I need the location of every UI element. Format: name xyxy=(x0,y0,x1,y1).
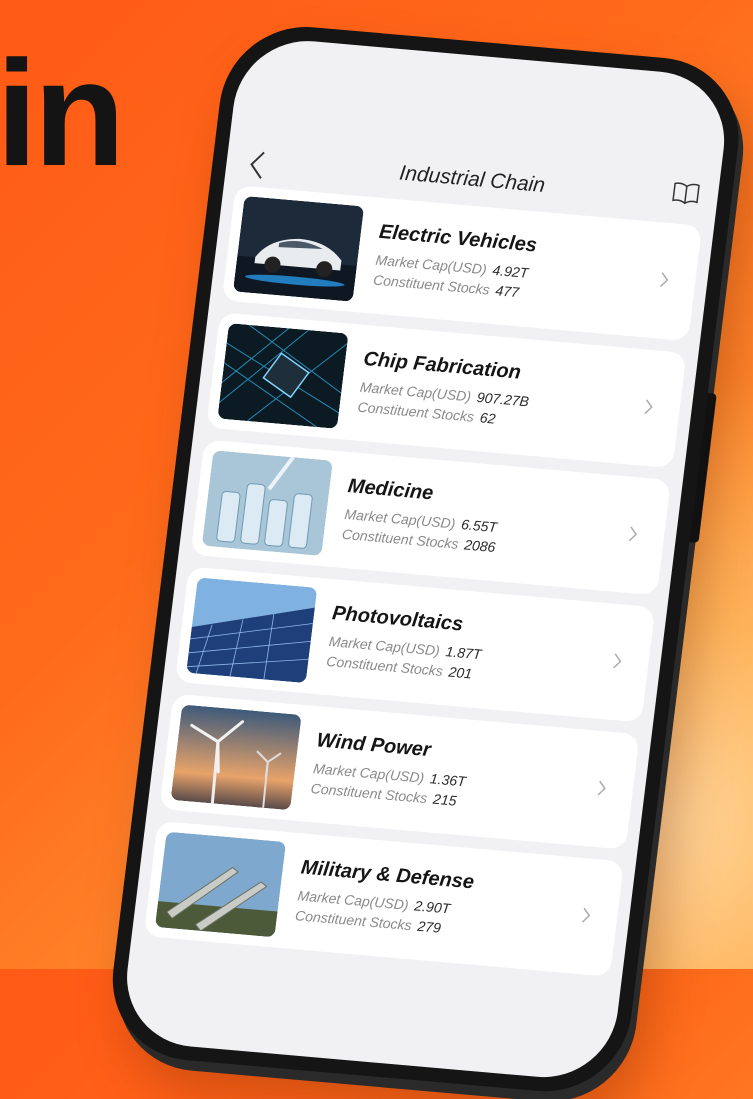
item-title: Photovoltaics xyxy=(331,601,465,636)
chevron-right-icon xyxy=(628,526,638,542)
solar-panel-thumbnail xyxy=(186,577,318,684)
list-item-military-defense[interactable]: Military & Defense Market Cap(USD) 2.90T … xyxy=(143,820,625,977)
stocks-value: 279 xyxy=(416,917,442,936)
headline-text: in xyxy=(0,29,125,197)
stocks-value: 477 xyxy=(494,281,520,300)
book-icon[interactable] xyxy=(671,181,702,205)
phone-frame: Industrial Chain Electric Vehicles Marke… xyxy=(103,20,749,1099)
stocks-value: 2086 xyxy=(463,535,497,555)
missile-thumbnail xyxy=(154,831,287,938)
chevron-right-icon xyxy=(581,907,591,923)
item-title: Electric Vehicles xyxy=(377,220,539,257)
market-cap-value: 1.87T xyxy=(444,642,483,662)
chip-thumbnail xyxy=(217,323,349,429)
phone-screen: Industrial Chain Electric Vehicles Marke… xyxy=(118,35,733,1084)
electric-vehicle-thumbnail xyxy=(232,195,365,302)
stocks-value: 201 xyxy=(447,663,474,682)
market-cap-value: 6.55T xyxy=(460,515,499,535)
stocks-value: 215 xyxy=(432,790,458,809)
phone-side-button xyxy=(689,393,717,543)
stocks-value: 62 xyxy=(479,408,497,427)
market-cap-value: 1.36T xyxy=(429,769,467,789)
wind-turbine-thumbnail xyxy=(170,704,302,811)
item-title: Chip Fabrication xyxy=(362,347,523,384)
chevron-right-icon xyxy=(613,653,622,669)
chevron-right-icon xyxy=(597,780,606,796)
chevron-right-icon xyxy=(644,399,653,415)
market-cap-value: 907.27B xyxy=(476,388,530,409)
industry-list: Electric Vehicles Market Cap(USD) 4.92T C… xyxy=(132,184,714,978)
market-cap-value: 4.92T xyxy=(491,261,530,281)
market-cap-value: 2.90T xyxy=(413,897,452,917)
chevron-right-icon xyxy=(659,272,669,288)
item-title: Medicine xyxy=(346,474,435,504)
medicine-thumbnail xyxy=(201,450,333,556)
item-title: Wind Power xyxy=(315,728,433,761)
